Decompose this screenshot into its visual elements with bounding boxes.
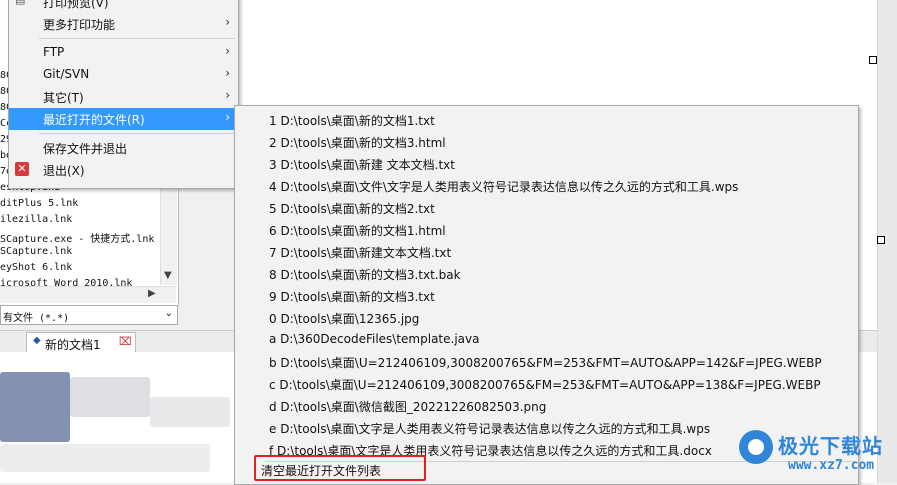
recent-file-label: a D:\360DecodeFiles\template.java [269, 332, 480, 346]
file-row[interactable]: ditPlus 5.lnk [0, 198, 78, 209]
file-row[interactable]: ilezilla.lnk [0, 214, 72, 225]
recent-file-item[interactable]: d D:\tools\桌面\微信截图_20221226082503.png [235, 394, 858, 416]
recent-file-label: 6 D:\tools\桌面\新的文档1.html [269, 224, 446, 238]
resize-handle[interactable] [869, 56, 877, 64]
menu-item-label: 退出(X) [43, 164, 85, 178]
file-row[interactable]: eyShot 6.lnk [0, 262, 72, 273]
blurred-image [150, 397, 230, 427]
recent-file-item[interactable]: 8 D:\tools\桌面\新的文档3.txt.bak [235, 262, 858, 284]
recent-file-label: 2 D:\tools\桌面\新的文档3.html [269, 136, 446, 150]
menu-item-label: 其它(T) [43, 91, 84, 105]
file-filter-select[interactable]: 有文件 (*.*) ⌄ [0, 305, 178, 325]
recent-file-item[interactable]: a D:\360DecodeFiles\template.java [235, 328, 858, 350]
menu-item-exit[interactable]: ✕ 退出(X) [9, 159, 238, 181]
watermark-brand: 极光下载站 [778, 434, 883, 458]
recent-file-label: c D:\tools\桌面\U=212406109,3008200765&FM=… [269, 378, 821, 392]
menu-item-other[interactable]: 其它(T) › [9, 86, 238, 108]
printer-icon: ▤ [15, 0, 25, 6]
menu-item-label: 最近打开的文件(R) [43, 113, 145, 127]
file-menu: ▤ 打印预览(V) 更多打印功能 › FTP › Git/SVN › 其它(T)… [8, 0, 239, 189]
recent-file-label: 9 D:\tools\桌面\新的文档3.txt [269, 290, 435, 304]
recent-file-label: 5 D:\tools\桌面\新的文档2.txt [269, 202, 435, 216]
chevron-right-icon: › [225, 88, 230, 102]
tab-label: 新的文档1 [45, 338, 101, 352]
recent-file-label: b D:\tools\桌面\U=212406109,3008200765&FM=… [269, 356, 822, 370]
recent-file-label: 4 D:\tools\桌面\文件\文字是人类用表义符号记录表达信息以传之久远的方… [269, 180, 739, 194]
recent-file-item[interactable]: 4 D:\tools\桌面\文件\文字是人类用表义符号记录表达信息以传之久远的方… [235, 174, 858, 196]
file-filter-label: 有文件 (*.*) [3, 313, 70, 324]
recent-file-label: 8 D:\tools\桌面\新的文档3.txt.bak [269, 268, 461, 282]
recent-file-item[interactable]: 3 D:\tools\桌面\新建 文本文档.txt [235, 152, 858, 174]
recent-file-item[interactable]: 6 D:\tools\桌面\新的文档1.html [235, 218, 858, 240]
menu-item-label: FTP [43, 45, 65, 59]
recent-file-label: e D:\tools\桌面\文字是人类用表义符号记录表达信息以传之久远的方式和工… [269, 422, 711, 436]
resize-handle[interactable] [877, 236, 885, 244]
recent-file-item[interactable]: c D:\tools\桌面\U=212406109,3008200765&FM=… [235, 372, 858, 394]
menu-item-label: 更多打印功能 [43, 18, 116, 32]
blurred-image [0, 444, 210, 472]
menu-item-label: 打印预览(V) [43, 0, 109, 10]
menu-item-label: 保存文件并退出 [43, 142, 128, 156]
menu-item-label: Git/SVN [43, 67, 90, 81]
exit-icon: ✕ [15, 162, 29, 176]
recent-file-item[interactable]: b D:\tools\桌面\U=212406109,3008200765&FM=… [235, 350, 858, 372]
recent-file-item[interactable]: 2 D:\tools\桌面\新的文档3.html [235, 130, 858, 152]
vertical-scrollbar[interactable]: ▼ [160, 180, 177, 285]
file-row[interactable]: SCapture.exe - 快捷方式.lnk [0, 230, 154, 245]
recent-file-label: 7 D:\tools\桌面\新建文本文档.txt [269, 246, 452, 260]
menu-item-ftp[interactable]: FTP › [9, 42, 238, 64]
watermark-url: www.xz7.com [788, 458, 875, 473]
blurred-image [0, 372, 70, 442]
document-icon: ◆ [33, 335, 41, 346]
watermark-logo-icon [748, 439, 764, 455]
chevron-right-icon: › [225, 66, 230, 80]
menu-item-recent-files[interactable]: 最近打开的文件(R) › [9, 108, 238, 130]
tab-document[interactable]: ◆ 新的文档1 ⌧ [26, 332, 136, 352]
recent-file-item[interactable]: 1 D:\tools\桌面\新的文档1.txt [235, 108, 858, 130]
chevron-right-icon: › [225, 44, 230, 58]
scroll-right-icon[interactable]: ▶ [148, 288, 156, 299]
menu-item-more-print[interactable]: 更多打印功能 › [9, 13, 238, 35]
blurred-image [70, 377, 150, 417]
annotation-highlight-box [254, 455, 426, 481]
file-row[interactable]: SCapture.lnk [0, 246, 72, 257]
recent-files-submenu: 1 D:\tools\桌面\新的文档1.txt 2 D:\tools\桌面\新的… [234, 105, 859, 485]
menu-separator [39, 38, 235, 39]
menu-item-save-exit[interactable]: 保存文件并退出 [9, 137, 238, 159]
recent-file-item[interactable]: 7 D:\tools\桌面\新建文本文档.txt [235, 240, 858, 262]
menu-item-git-svn[interactable]: Git/SVN › [9, 64, 238, 86]
recent-file-item[interactable]: 5 D:\tools\桌面\新的文档2.txt [235, 196, 858, 218]
recent-file-item[interactable]: 0 D:\tools\桌面\12365.jpg [235, 306, 858, 328]
recent-file-label: 1 D:\tools\桌面\新的文档1.txt [269, 114, 435, 128]
recent-file-label: 0 D:\tools\桌面\12365.jpg [269, 312, 420, 326]
recent-file-label: d D:\tools\桌面\微信截图_20221226082503.png [269, 400, 547, 414]
menu-separator [39, 133, 235, 134]
chevron-down-icon[interactable]: ⌄ [165, 308, 173, 319]
chevron-right-icon: › [225, 110, 230, 124]
chevron-right-icon: › [225, 15, 230, 29]
horizontal-scrollbar[interactable]: ▶ [0, 286, 176, 303]
close-icon[interactable]: ⌧ [119, 335, 132, 348]
scroll-down-icon[interactable]: ▼ [164, 270, 172, 281]
menu-item-print-preview[interactable]: ▤ 打印预览(V) [9, 0, 238, 13]
recent-file-label: 3 D:\tools\桌面\新建 文本文档.txt [269, 158, 455, 172]
recent-file-item[interactable]: 9 D:\tools\桌面\新的文档3.txt [235, 284, 858, 306]
